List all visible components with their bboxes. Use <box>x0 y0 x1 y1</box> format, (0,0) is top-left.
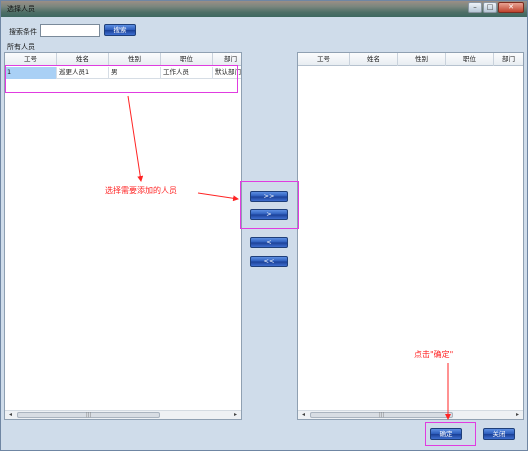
maximize-icon[interactable]: □ <box>483 2 497 13</box>
scroll-grip-icon: ||| <box>378 412 385 418</box>
close-icon[interactable]: ✕ <box>498 2 524 13</box>
table-header: 工号 姓名 性别 职位 部门 <box>298 53 523 66</box>
window-controls: – □ ✕ <box>468 2 524 13</box>
horizontal-scrollbar[interactable]: ◂ ||| ▸ <box>298 410 523 419</box>
window-title: 选择人员 <box>7 5 35 13</box>
scroll-left-icon[interactable]: ◂ <box>6 411 15 419</box>
annotation-box-confirm <box>425 422 476 446</box>
annotation-select-people: 选择需要添加的人员 <box>105 186 177 195</box>
all-people-label: 所有人员 <box>7 43 35 51</box>
column-header-gender[interactable]: 性别 <box>398 53 446 66</box>
search-label: 搜索条件 <box>9 28 37 36</box>
annotation-box-move-buttons <box>240 181 299 229</box>
column-header-department[interactable]: 部门 <box>494 53 523 66</box>
column-header-name[interactable]: 姓名 <box>350 53 398 66</box>
column-header-id[interactable]: 工号 <box>298 53 350 66</box>
scroll-right-icon[interactable]: ▸ <box>513 411 522 419</box>
minimize-icon[interactable]: – <box>468 2 482 13</box>
scroll-thumb[interactable]: ||| <box>310 412 453 418</box>
title-bar: 选择人员 – □ ✕ <box>1 1 527 17</box>
annotation-click-confirm: 点击"确定" <box>414 350 454 359</box>
close-button[interactable]: 关闭 <box>483 428 515 440</box>
annotation-box-row <box>5 65 238 93</box>
available-people-table: 工号 姓名 性别 职位 部门 1 巡更人员1 男 工作人员 默认部门 ◂ |||… <box>4 52 242 420</box>
scroll-right-icon[interactable]: ▸ <box>231 411 240 419</box>
select-person-window: 选择人员 – □ ✕ 搜索条件 搜索 所有人员 工号 姓名 性别 职位 部门 1… <box>0 0 528 451</box>
scroll-left-icon[interactable]: ◂ <box>299 411 308 419</box>
column-header-position[interactable]: 职位 <box>446 53 494 66</box>
search-button[interactable]: 搜索 <box>104 24 136 36</box>
horizontal-scrollbar[interactable]: ◂ ||| ▸ <box>5 410 241 419</box>
scroll-thumb[interactable]: ||| <box>17 412 160 418</box>
remove-selected-button[interactable]: < <box>250 237 288 248</box>
scroll-grip-icon: ||| <box>85 412 92 418</box>
selected-people-table: 工号 姓名 性别 职位 部门 ◂ ||| ▸ <box>297 52 524 420</box>
remove-all-button[interactable]: << <box>250 256 288 267</box>
search-input[interactable] <box>40 24 100 37</box>
